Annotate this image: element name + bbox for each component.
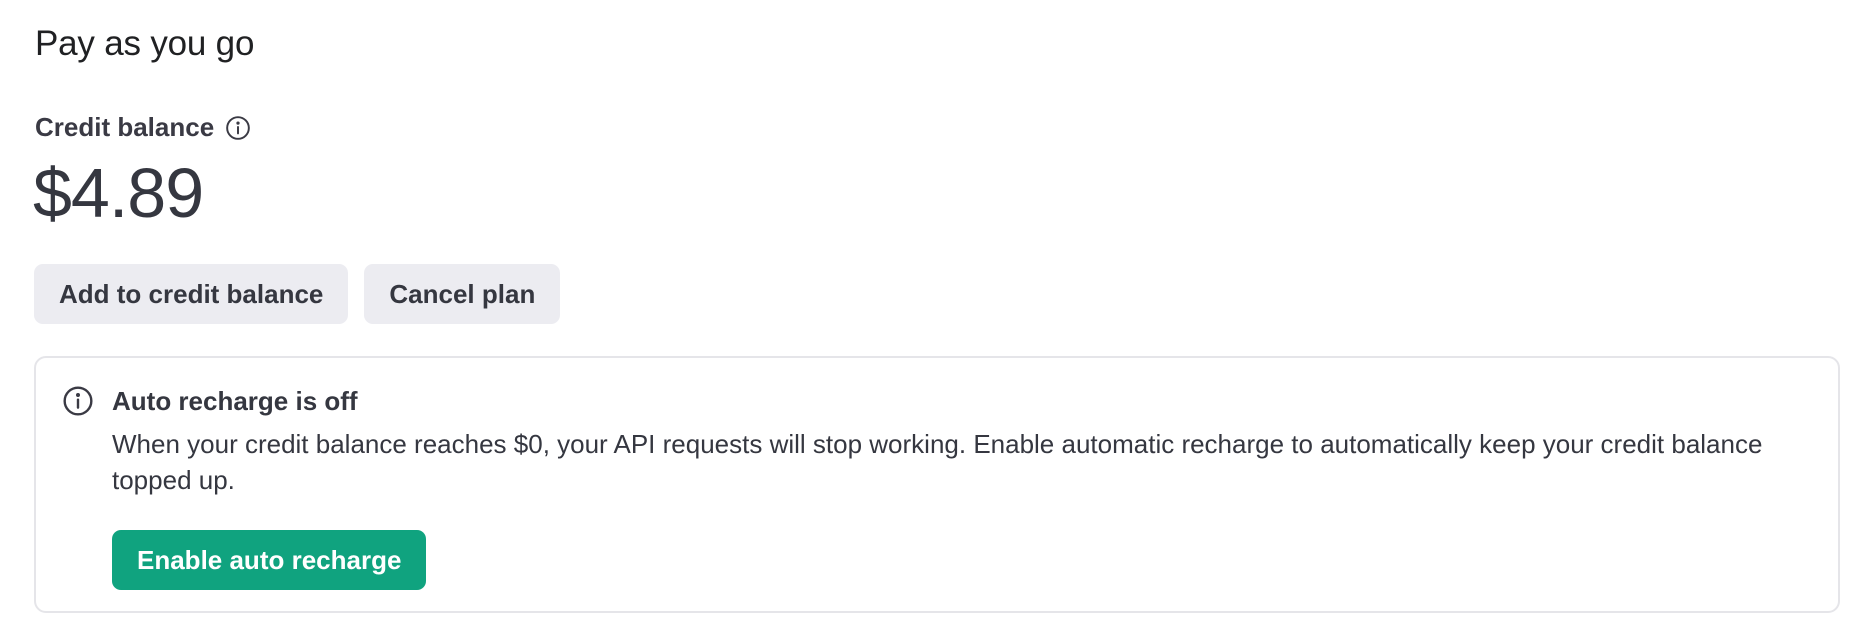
notice-body: When your credit balance reaches $0, you… [112, 429, 1763, 495]
page-title: Pay as you go [35, 24, 255, 63]
info-icon [62, 385, 94, 417]
credit-balance-label-row: Credit balance [35, 112, 251, 143]
credit-actions: Add to credit balance Cancel plan [34, 264, 561, 324]
credit-balance-amount: $4.89 [33, 154, 204, 232]
cancel-plan-button[interactable]: Cancel plan [364, 264, 561, 324]
add-to-credit-balance-button[interactable]: Add to credit balance [34, 264, 349, 324]
auto-recharge-notice: Auto recharge is off When your credit ba… [34, 356, 1840, 613]
credit-balance-label: Credit balance [35, 112, 215, 142]
info-icon[interactable] [225, 115, 251, 141]
notice-title: Auto recharge is off [112, 386, 358, 416]
billing-page: Pay as you go Credit balance $4.89 Add t… [0, 0, 1874, 642]
enable-auto-recharge-button[interactable]: Enable auto recharge [112, 530, 427, 590]
